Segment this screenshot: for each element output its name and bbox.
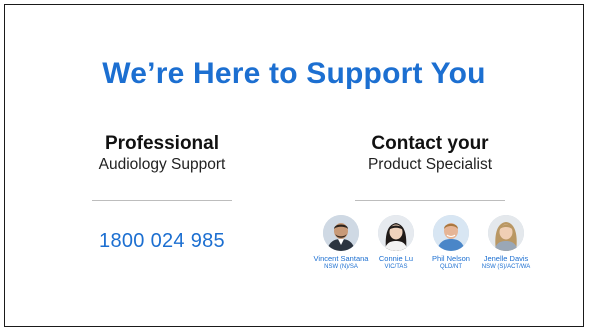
specialist-card-connie-lu[interactable]: Connie Lu VIC/TAS xyxy=(365,215,427,271)
audiology-heading: Professional xyxy=(104,133,220,154)
specialist-heading: Contact your xyxy=(371,133,489,154)
support-phone-number[interactable]: 1800 024 985 xyxy=(77,230,247,253)
specialist-region: NSW (N)/SA xyxy=(324,264,358,270)
person-avatar-icon xyxy=(433,215,469,251)
specialist-card-jenelle-davis[interactable]: Jenelle Davis NSW (S)/ACT/WA xyxy=(475,215,537,271)
person-avatar-icon xyxy=(488,215,524,251)
specialist-card-vincent-santana[interactable]: Vincent Santana NSW (N)/SA xyxy=(310,215,372,271)
left-divider xyxy=(92,200,232,201)
specialist-region: VIC/TAS xyxy=(384,264,408,270)
specialist-list: Vincent Santana NSW (N)/SA Connie Lu VIC… xyxy=(310,215,560,285)
specialist-name: Vincent Santana xyxy=(313,254,369,263)
person-avatar-icon xyxy=(378,215,414,251)
specialist-subheading: Product Specialist xyxy=(367,156,493,173)
specialist-region: QLD/NT xyxy=(439,264,462,270)
audiology-support-section: Professional Audiology Support xyxy=(77,133,247,174)
page-title: We’re Here to Support You xyxy=(102,57,486,90)
person-avatar-icon xyxy=(323,215,359,251)
slide-frame: We’re Here to Support You Professional A… xyxy=(4,4,584,327)
specialist-card-phil-nelson[interactable]: Phil Nelson QLD/NT xyxy=(420,215,482,271)
audiology-subheading: Audiology Support xyxy=(98,156,226,173)
specialist-name: Connie Lu xyxy=(378,254,414,263)
specialist-name: Phil Nelson xyxy=(432,254,470,263)
product-specialist-section: Contact your Product Specialist xyxy=(330,133,530,174)
specialist-name: Jenelle Davis xyxy=(483,254,529,263)
right-divider xyxy=(355,200,505,201)
specialist-region: NSW (S)/ACT/WA xyxy=(481,264,531,270)
